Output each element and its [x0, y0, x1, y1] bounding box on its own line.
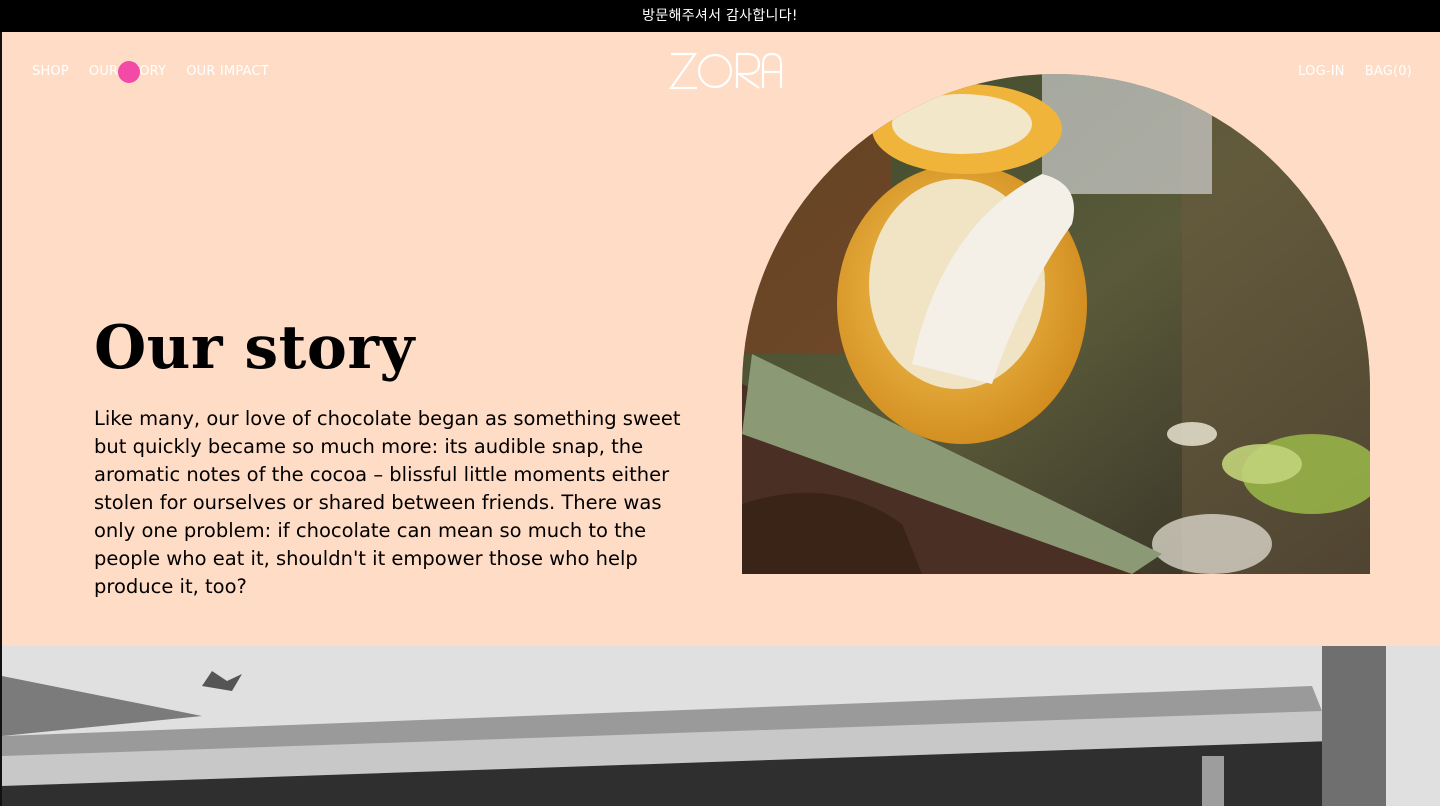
- cursor-indicator: [118, 61, 140, 83]
- account-nav: LOG-IN BAG(0): [1298, 64, 1412, 79]
- zora-logo[interactable]: [667, 50, 785, 94]
- cocoa-pod-photo: [742, 74, 1370, 574]
- nav-shop-link[interactable]: SHOP: [32, 64, 69, 79]
- hero-section: SHOP OUR STORY OUR IMPACT LOG-IN BAG(0) …: [2, 32, 1440, 646]
- announcement-text: 방문해주셔서 감사합니다!: [642, 8, 798, 24]
- page-title: Our story: [94, 313, 415, 383]
- announcement-bar: 방문해주셔서 감사합니다!: [0, 0, 1440, 32]
- login-link[interactable]: LOG-IN: [1298, 64, 1345, 79]
- primary-nav: SHOP OUR STORY OUR IMPACT: [32, 64, 269, 79]
- story-paragraph: Like many, our love of chocolate began a…: [94, 407, 681, 598]
- nav-our-impact-link[interactable]: OUR IMPACT: [186, 64, 269, 79]
- village-roof-photo: [2, 646, 1440, 806]
- bag-link[interactable]: BAG(0): [1365, 64, 1412, 79]
